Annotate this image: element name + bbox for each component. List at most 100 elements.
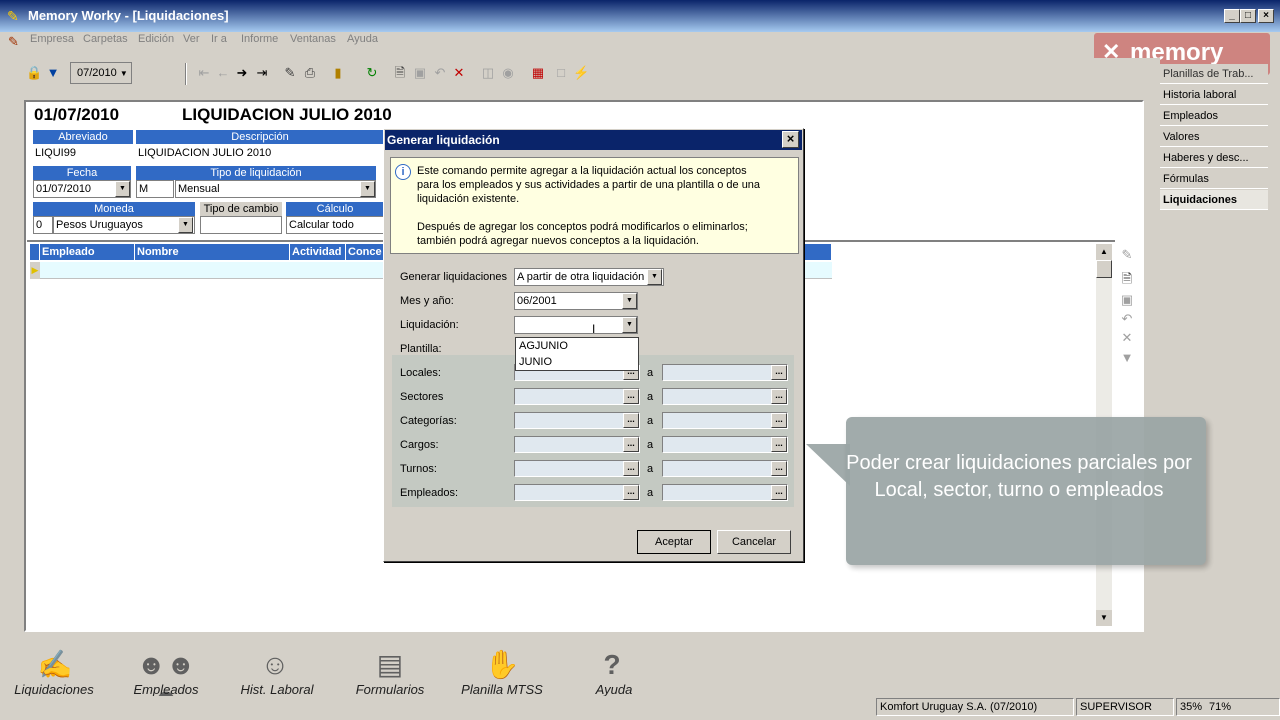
save-icon[interactable]: ▣ [412,65,428,81]
cargos-from-field[interactable] [514,436,640,453]
period-selector[interactable]: 07/2010 ▼ [70,62,132,84]
last-record-icon[interactable]: ⇥ [254,65,270,81]
filter-icon[interactable]: ▼ [45,65,61,81]
empleados-to-field[interactable] [662,484,788,501]
generar-select[interactable]: A partir de otra liquidación [514,268,664,286]
ayuda-shortcut-label[interactable]: Ayuda [582,682,646,697]
menu-ventanas[interactable]: Ventanas [290,33,336,45]
abreviado-field[interactable]: LIQUI99 [33,145,133,163]
maximize-button[interactable]: □ [1240,9,1256,23]
calculo-field[interactable]: Calcular todo [286,216,384,234]
lock-icon[interactable]: 🔒 [26,65,42,81]
menu-edicion[interactable]: Edición [138,33,174,45]
side-save-icon[interactable]: ▣ [1119,292,1135,308]
locales-to-browse-button[interactable]: ... [771,365,787,380]
liquidaciones-shortcut-icon[interactable]: ✍ [30,648,80,682]
empleados-to-browse-button[interactable]: ... [771,485,787,500]
generate-icon[interactable]: ▦ [530,65,546,81]
liquidacion-select[interactable] [514,316,638,334]
scroll-up-icon[interactable]: ▲ [1096,244,1112,260]
refresh-icon[interactable]: ↻ [364,65,380,81]
mes-dropdown-icon[interactable]: ▼ [622,293,637,309]
scroll-thumb[interactable] [1096,260,1112,278]
liquidaciones-shortcut-label[interactable]: Liquidaciones [8,682,100,697]
aceptar-button[interactable]: Aceptar [637,530,711,554]
menu-empresa[interactable]: Empresa [30,33,74,45]
new-icon[interactable]: 🗎 [392,65,408,81]
formularios-shortcut-label[interactable]: Formularios [345,682,435,697]
tab-formulas[interactable]: Fórmulas [1160,169,1268,189]
menu-ayuda[interactable]: Ayuda [347,33,378,45]
sectores-to-field[interactable] [662,388,788,405]
hist-laboral-shortcut-icon[interactable]: ☺ [255,648,295,682]
menu-ir-a[interactable]: Ir a [211,33,227,45]
empleados-from-browse-button[interactable]: ... [623,485,639,500]
hist-laboral-shortcut-label[interactable]: Hist. Laboral [232,682,322,697]
copy-icon[interactable]: ◫ [480,65,496,81]
sectores-from-field[interactable] [514,388,640,405]
ayuda-shortcut-icon[interactable]: ? [594,648,630,682]
formularios-shortcut-icon[interactable]: ▤ [370,648,410,682]
empleados-from-field[interactable] [514,484,640,501]
turnos-from-browse-button[interactable]: ... [623,461,639,476]
menu-informe[interactable]: Informe [241,33,278,45]
moneda-dropdown-icon[interactable]: ▼ [178,217,193,233]
dialog-close-button[interactable]: × [782,131,799,148]
planilla-mtss-shortcut-icon[interactable]: ✋ [480,648,524,682]
camera-icon[interactable]: ◉ [500,65,516,81]
cargos-to-browse-button[interactable]: ... [771,437,787,452]
side-search-icon[interactable]: ✎ [1119,247,1135,263]
minimize-button[interactable]: _ [1224,9,1240,23]
categorias-from-field[interactable] [514,412,640,429]
delete-icon[interactable]: ✕ [451,65,467,81]
col-nombre[interactable]: Nombre [135,244,290,260]
turnos-to-browse-button[interactable]: ... [771,461,787,476]
sectores-from-browse-button[interactable]: ... [623,389,639,404]
tab-planillas[interactable]: Planillas de Trab... [1160,64,1268,84]
tipo-field[interactable]: Mensual [175,180,376,198]
col-actividad[interactable]: Actividad [290,244,346,260]
col-empleado[interactable]: Empleado [40,244,135,260]
dropdown-option[interactable]: AGJUNIO [519,340,568,352]
lightning-icon[interactable]: ⚡ [573,65,589,81]
tipo-dropdown-icon[interactable]: ▼ [360,181,375,197]
moneda-code-field[interactable]: 0 [33,216,53,234]
turnos-from-field[interactable] [514,460,640,477]
menu-carpetas[interactable]: Carpetas [83,33,128,45]
tipo-code-field[interactable]: M [136,180,174,198]
moneda-field[interactable]: Pesos Uruguayos [53,216,195,234]
menu-ver[interactable]: Ver [183,33,200,45]
empleados-shortcut-label[interactable]: Empleados [122,682,210,697]
side-delete-icon[interactable]: ✕ [1119,330,1135,346]
next-record-icon[interactable]: ➜ [234,65,250,81]
tab-valores[interactable]: Valores [1160,127,1268,147]
locales-to-field[interactable] [662,364,788,381]
dropdown-option[interactable]: JUNIO [519,356,552,368]
side-new-icon[interactable]: 🗎 [1119,271,1135,287]
prev-record-icon[interactable]: ← [215,65,231,81]
mes-select[interactable]: 06/2001 [514,292,638,310]
cancelar-button[interactable]: Cancelar [717,530,791,554]
cargos-from-browse-button[interactable]: ... [623,437,639,452]
liquidacion-dropdown-icon[interactable]: ▼ [622,317,637,333]
print-icon[interactable]: ⎙ [302,65,318,81]
turnos-to-field[interactable] [662,460,788,477]
report-icon[interactable]: ▮ [330,65,346,81]
tab-historia-laboral[interactable]: Historia laboral [1160,85,1268,105]
tipo-cambio-field[interactable] [200,216,282,234]
tab-empleados[interactable]: Empleados [1160,106,1268,126]
generar-dropdown-icon[interactable]: ▼ [647,269,662,285]
scroll-down-icon[interactable]: ▼ [1096,610,1112,626]
categorias-to-field[interactable] [662,412,788,429]
side-undo-icon[interactable]: ↶ [1119,311,1135,327]
tab-haberes[interactable]: Haberes y desc... [1160,148,1268,168]
categorias-to-browse-button[interactable]: ... [771,413,787,428]
categorias-from-browse-button[interactable]: ... [623,413,639,428]
close-button[interactable]: × [1258,9,1274,23]
undo-icon[interactable]: ↶ [432,65,448,81]
side-filter-icon[interactable]: ▼ [1119,350,1135,366]
descripcion-field[interactable]: LIQUIDACION JULIO 2010 [136,145,384,163]
col-concepto[interactable]: Conce [346,244,384,260]
cargos-to-field[interactable] [662,436,788,453]
search-icon[interactable]: ✎ [282,65,298,81]
